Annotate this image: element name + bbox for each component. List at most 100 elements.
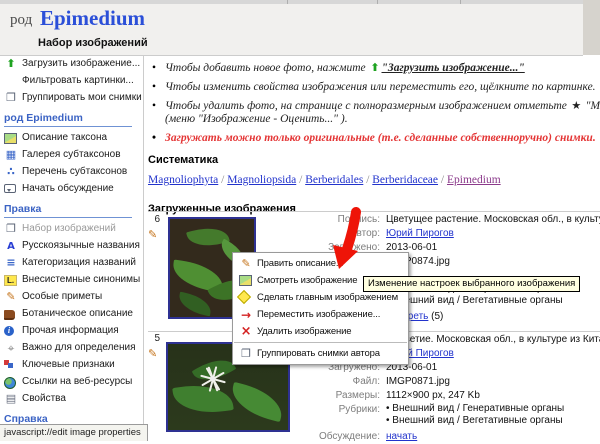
- menu-item[interactable]: Группировать снимки автора: [233, 345, 408, 362]
- author-value: Юрий Пирогов: [386, 227, 454, 240]
- copy-pages-icon: [4, 92, 18, 104]
- info-label: Автор:: [300, 227, 386, 240]
- rubric-item: Внешний вид / Вегетативные органы: [386, 415, 564, 427]
- status-bar-link-preview: javascript://edit image properties: [0, 424, 148, 441]
- image-number: 5: [148, 333, 160, 344]
- rubric-item: Внешний вид / Генеративные органы: [386, 403, 564, 415]
- menu-item-label: Сделать главным изображением: [257, 292, 398, 303]
- context-menu: Править описание...Смотреть изображениеС…: [232, 252, 409, 365]
- upload-arrow-icon: [4, 58, 18, 70]
- copy-pages-icon: [4, 223, 18, 235]
- tip-item: Чтобы добавить новое фото, нажмите "Загр…: [148, 62, 600, 75]
- info-label: Файл:: [300, 375, 386, 388]
- table-top-line: [148, 211, 600, 212]
- tree-icon: [4, 166, 18, 178]
- sidebar-item-label: Прочая информация: [22, 325, 119, 336]
- sidebar-item[interactable]: Свойства: [0, 393, 140, 405]
- menu-item-label: Удалить изображение: [257, 326, 351, 337]
- file-value: IMGP0871.jpg: [386, 375, 450, 388]
- menu-item[interactable]: Удалить изображение: [233, 323, 408, 340]
- sidebar-item[interactable]: Группировать мои снимки: [0, 92, 140, 104]
- sidebar-section-list: Набор изображений Русскоязычные названия К…: [0, 223, 140, 405]
- grid-icon: [4, 149, 18, 161]
- menu-item-label: Править описание...: [257, 258, 343, 269]
- sidebar-item[interactable]: Категоризация названий: [0, 257, 140, 269]
- sidebar-item[interactable]: Ботаническое описание: [0, 308, 140, 320]
- bubble-icon: [4, 184, 16, 193]
- sidebar-sections: род Epimedium Описание таксона Галерея суб…: [0, 112, 140, 428]
- menu-item[interactable]: Править описание...: [233, 255, 408, 272]
- breadcrumb-link[interactable]: Berberidales: [305, 174, 363, 186]
- sidebar-section-title: Правка: [4, 203, 132, 218]
- size-value: 1112×900 px, 247 Kb: [386, 389, 480, 402]
- image-number: 6: [148, 214, 160, 225]
- sidebar-item[interactable]: Загрузить изображение...: [0, 58, 140, 70]
- sidebar-item-label: Особые приметы: [22, 291, 102, 302]
- tip-item: Чтобы удалить фото, на странице с полнор…: [148, 100, 600, 126]
- info-label: Обсуждение:: [300, 430, 386, 443]
- page-subtitle: Набор изображений: [38, 37, 148, 49]
- keys-icon: [4, 360, 15, 369]
- badge-l-icon: [4, 275, 17, 286]
- sidebar-item[interactable]: Перечень субтаксонов: [0, 166, 140, 178]
- list-icon: [4, 257, 18, 269]
- pencil-icon: [4, 291, 18, 303]
- sidebar-item-label: Фильтровать картинки...: [22, 75, 134, 86]
- menu-item[interactable]: Переместить изображение...: [233, 306, 408, 323]
- discussion-value: начать: [386, 430, 417, 443]
- info-line: Размеры:1112×900 px, 247 Kb: [300, 389, 600, 402]
- breadcrumb-link[interactable]: Magnoliopsida: [227, 174, 296, 186]
- taxon-rank-label: род: [10, 12, 32, 29]
- sidebar-item[interactable]: Описание таксона: [0, 132, 140, 144]
- pencil-icon: [239, 258, 253, 270]
- sidebar-item[interactable]: Фильтровать картинки...: [0, 75, 140, 87]
- tips-list: Чтобы добавить новое фото, нажмите "Загр…: [148, 62, 600, 145]
- sidebar-section-title: род Epimedium: [4, 112, 132, 127]
- window-right-edge: [583, 0, 600, 55]
- author-link[interactable]: Юрий Пирогов: [386, 228, 454, 239]
- sidebar-item[interactable]: Ключевые признаки: [0, 359, 140, 371]
- move-arrow-icon: [239, 309, 253, 321]
- tip-link[interactable]: "Загрузить изображение...": [382, 62, 525, 74]
- sidebar-item-label: Галерея субтаксонов: [22, 149, 121, 160]
- menu-tooltip: Изменение настроек выбранного изображени…: [363, 276, 580, 292]
- menu-item-label: Группировать снимки автора: [257, 348, 380, 359]
- letter-a-icon: [4, 240, 18, 252]
- edit-pencil-icon[interactable]: ✎: [148, 347, 157, 360]
- upload-arrow-icon: [369, 62, 382, 74]
- sidebar-item-label: Важно для определения: [22, 342, 136, 353]
- target-icon: [4, 342, 18, 354]
- breadcrumb-link[interactable]: Epimedium: [447, 174, 501, 186]
- sidebar-item-label: Загрузить изображение...: [22, 58, 140, 69]
- sidebar-item-label: Ссылки на веб-ресурсы: [22, 376, 132, 387]
- menu-item-label: Переместить изображение...: [257, 309, 380, 320]
- breadcrumb-link[interactable]: Magnoliophyta: [148, 174, 218, 186]
- sidebar-item[interactable]: Галерея субтаксонов: [0, 149, 140, 161]
- rubrics-value: Внешний вид / Генеративные органыВнешний…: [386, 403, 564, 427]
- diamond-icon: [237, 290, 251, 304]
- breadcrumb: Magnoliophyta / Magnoliopsida / Berberid…: [148, 174, 600, 186]
- sidebar-item-label: Перечень субтаксонов: [22, 166, 127, 177]
- tip-item: Чтобы изменить свойства изображения или …: [148, 81, 600, 94]
- sidebar-item[interactable]: Начать обсуждение: [0, 183, 140, 195]
- sidebar-item[interactable]: Ссылки на веб-ресурсы: [0, 376, 140, 388]
- sidebar-item[interactable]: Важно для определения: [0, 342, 140, 354]
- sidebar-item[interactable]: Прочая информация: [0, 325, 140, 337]
- sidebar-item[interactable]: Русскоязычные названия: [0, 240, 140, 252]
- sidebar-item[interactable]: Особые приметы: [0, 291, 140, 303]
- flower-center: [210, 376, 215, 381]
- book-icon: [4, 310, 15, 320]
- main-content: Чтобы добавить новое фото, нажмите "Загр…: [148, 58, 600, 215]
- sidebar-item[interactable]: Внесистемные синонимы: [0, 274, 140, 286]
- sidebar-separator: [143, 55, 144, 439]
- sidebar-item-label: Начать обсуждение: [22, 183, 114, 194]
- delete-x-icon: [239, 326, 253, 338]
- sidebar-item-label: Русскоязычные названия: [22, 240, 140, 251]
- discussion-link[interactable]: начать: [386, 431, 417, 442]
- breadcrumb-link[interactable]: Berberidaceae: [372, 174, 438, 186]
- edit-pencil-icon[interactable]: ✎: [148, 228, 157, 241]
- info-line: Файл:IMGP0871.jpg: [300, 375, 600, 388]
- sidebar-item: Набор изображений: [0, 223, 140, 235]
- copy-pages-icon: [239, 348, 253, 360]
- info-line: Подпись:Цветущее растение. Московская об…: [300, 213, 600, 226]
